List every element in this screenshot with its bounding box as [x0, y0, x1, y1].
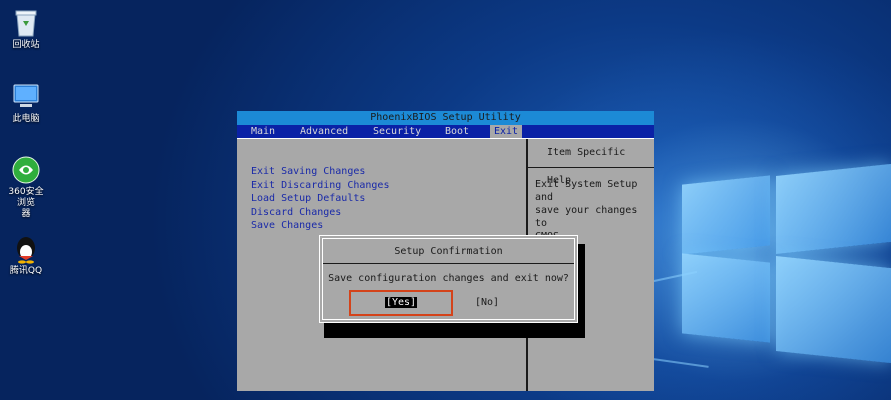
desktop-icon-label: 此电脑 [12, 114, 40, 124]
exit-options-list: Exit Saving Changes Exit Discarding Chan… [251, 165, 389, 233]
windows-logo-pane-tr [776, 163, 891, 255]
desktop-icon-label: 腾讯QQ [9, 266, 43, 276]
bios-menu-bar: Main Advanced Security Boot Exit [237, 125, 654, 138]
option-discard-changes[interactable]: Discard Changes [251, 206, 389, 220]
help-text: Exit System Setup and save your changes … [528, 168, 654, 243]
dialog-title: Setup Confirmation [394, 246, 503, 257]
desktop-icon-label: 回收站 [12, 40, 40, 50]
menu-advanced[interactable]: Advanced [300, 125, 348, 138]
dialog-divider [323, 263, 574, 264]
windows-logo-pane-tl [682, 175, 770, 255]
menu-main[interactable]: Main [251, 125, 275, 138]
yes-button[interactable]: [Yes] [349, 290, 453, 316]
recycle-bin-icon [15, 10, 37, 37]
option-save-changes[interactable]: Save Changes [251, 219, 389, 233]
help-line: Exit System Setup and [535, 179, 638, 203]
bios-title-bar: PhoenixBIOS Setup Utility [237, 111, 654, 125]
menu-boot[interactable]: Boot [445, 125, 469, 138]
desktop-icon-360-browser[interactable]: 360安全浏览 器 [4, 155, 48, 220]
menu-security[interactable]: Security [373, 125, 421, 138]
dialog-frame: Setup Confirmation Save configuration ch… [322, 238, 575, 320]
computer-icon [13, 84, 39, 107]
setup-confirmation-dialog: Setup Confirmation Save configuration ch… [319, 235, 578, 323]
desktop-icon-qq[interactable]: 腾讯QQ [4, 234, 48, 277]
desktop-icon-recycle-bin[interactable]: 回收站 [4, 6, 48, 51]
dialog-message: Save configuration changes and exit now? [328, 273, 569, 284]
help-line: save your changes to [535, 205, 638, 229]
no-button[interactable]: [No] [473, 290, 501, 316]
option-load-setup-defaults[interactable]: Load Setup Defaults [251, 192, 389, 206]
option-exit-discarding-changes[interactable]: Exit Discarding Changes [251, 179, 389, 193]
qq-penguin-icon [17, 237, 35, 264]
yes-button-label: [Yes] [384, 297, 418, 308]
option-exit-saving-changes[interactable]: Exit Saving Changes [251, 165, 389, 179]
help-header: Item Specific Help [528, 139, 654, 186]
desktop-icon-label: 360安全浏览 器 [8, 187, 44, 219]
desktop-icon-this-pc[interactable]: 此电脑 [4, 82, 48, 125]
windows-logo-pane-bl [682, 253, 770, 343]
browser-360-icon [12, 156, 40, 184]
menu-exit[interactable]: Exit [490, 125, 523, 138]
windows-logo-pane-br [776, 255, 891, 364]
